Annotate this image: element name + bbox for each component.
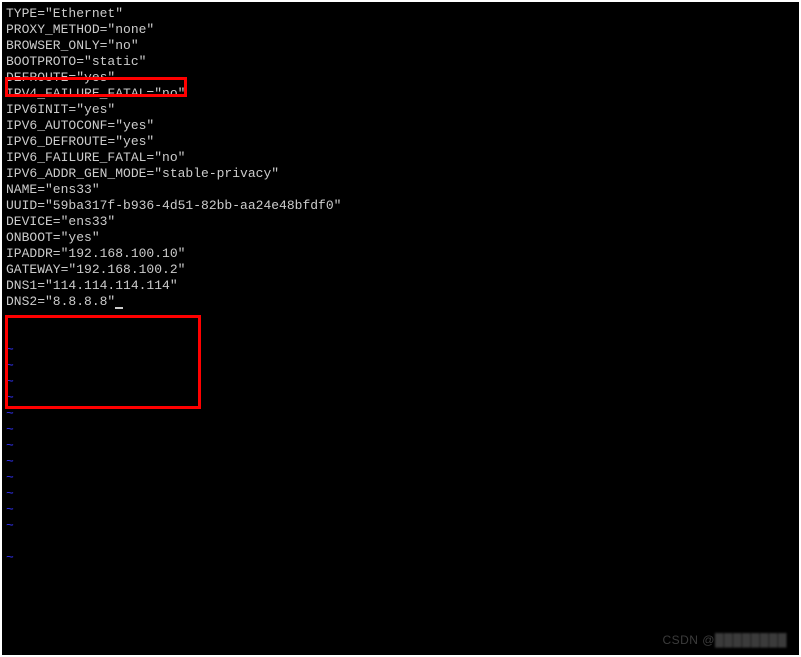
empty-line-marker: ~	[6, 310, 799, 326]
empty-line-marker: ~	[6, 550, 799, 566]
empty-line-marker: ~	[6, 470, 799, 486]
empty-line-marker: ~	[6, 518, 799, 534]
empty-line-marker: ~	[6, 502, 799, 518]
config-line: IPADDR="192.168.100.10"	[6, 246, 799, 262]
empty-line-marker: ~	[6, 406, 799, 422]
config-line: GATEWAY="192.168.100.2"	[6, 262, 799, 278]
config-line: IPV6INIT="yes"	[6, 102, 799, 118]
terminal-editor-viewport[interactable]: TYPE="Ethernet" PROXY_METHOD="none" BROW…	[6, 6, 799, 566]
empty-line-marker: ~	[6, 454, 799, 470]
config-line: IPV6_AUTOCONF="yes"	[6, 118, 799, 134]
empty-line-marker: ~	[6, 358, 799, 374]
config-line: IPV6_ADDR_GEN_MODE="stable-privacy"	[6, 166, 799, 182]
config-text: DNS2="8.8.8.8"	[6, 294, 115, 309]
config-line-last: DNS2="8.8.8.8"	[6, 294, 799, 310]
config-line: DNS1="114.114.114.114"	[6, 278, 799, 294]
empty-line-marker: ~	[6, 486, 799, 502]
config-line: IPV4_FAILURE_FATAL="no"	[6, 86, 799, 102]
config-line: BOOTPROTO="static"	[6, 54, 799, 70]
empty-line-marker: ~	[6, 342, 799, 358]
blank-line	[6, 534, 799, 550]
config-line: BROWSER_ONLY="no"	[6, 38, 799, 54]
config-line: IPV6_FAILURE_FATAL="no"	[6, 150, 799, 166]
config-line: DEVICE="ens33"	[6, 214, 799, 230]
blank-line	[6, 326, 799, 342]
config-line: TYPE="Ethernet"	[6, 6, 799, 22]
config-line: DEFROUTE="yes"	[6, 70, 799, 86]
config-line: ONBOOT="yes"	[6, 230, 799, 246]
empty-line-marker: ~	[6, 390, 799, 406]
empty-line-marker: ~	[6, 422, 799, 438]
config-line: UUID="59ba317f-b936-4d51-82bb-aa24e48bfd…	[6, 198, 799, 214]
empty-line-marker: ~	[6, 438, 799, 454]
config-line: IPV6_DEFROUTE="yes"	[6, 134, 799, 150]
watermark-text: CSDN @████████	[662, 633, 787, 647]
config-line: NAME="ens33"	[6, 182, 799, 198]
cursor-icon	[115, 307, 123, 309]
watermark-prefix: CSDN @	[662, 633, 715, 647]
empty-line-marker: ~	[6, 374, 799, 390]
config-line: PROXY_METHOD="none"	[6, 22, 799, 38]
watermark-username: ████████	[715, 633, 787, 647]
